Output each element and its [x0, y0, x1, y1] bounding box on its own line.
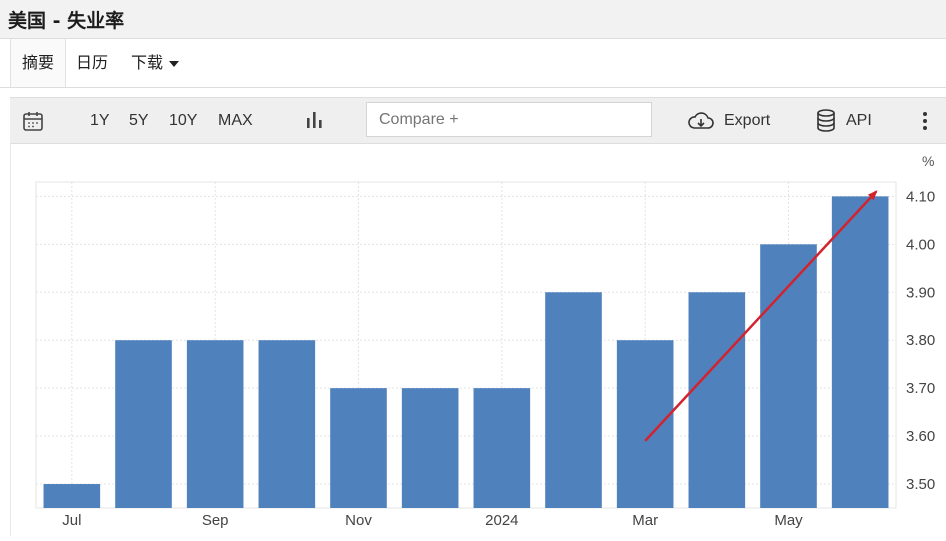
chart-toolbar: 1Y 5Y 10Y MAX Export API [10, 97, 946, 144]
x-tick-label: 2024 [485, 512, 518, 529]
y-tick-label: 4.00 [906, 236, 935, 253]
tab-calendar[interactable]: 日历 [76, 39, 108, 86]
y-tick-label: 3.60 [906, 428, 935, 445]
range-max-button[interactable]: MAX [218, 98, 253, 143]
bar[interactable] [115, 340, 172, 508]
tab-bar: 摘要 日历 下载 [0, 39, 946, 88]
range-10y-button[interactable]: 10Y [169, 98, 197, 143]
y-tick-label: 3.80 [906, 332, 935, 349]
export-button[interactable]: Export [687, 98, 777, 143]
bar[interactable] [688, 292, 746, 508]
tab-calendar-label: 日历 [76, 53, 109, 72]
bar-chart: Jul Sep Nov 2024 Mar May 3.50 3.60 3.70 3.80 3.90… [35, 153, 935, 529]
database-icon [817, 109, 835, 132]
compare-input[interactable] [366, 102, 652, 137]
page-title: 美国 - 失业率 [8, 10, 125, 32]
export-label: Export [724, 112, 771, 129]
tab-summary-label: 摘要 [21, 53, 54, 72]
range-1y-button[interactable]: 1Y [90, 98, 110, 143]
cloud-download-icon [688, 112, 714, 129]
bar[interactable] [760, 244, 817, 508]
api-label: API [846, 112, 872, 129]
tab-download[interactable]: 下载 [131, 39, 180, 86]
bar[interactable] [258, 340, 316, 508]
range-5y-button[interactable]: 5Y [129, 98, 149, 143]
bar[interactable] [473, 388, 531, 508]
bar-chart-icon [307, 112, 322, 128]
api-button[interactable]: API [816, 98, 886, 143]
bar[interactable] [43, 484, 101, 508]
tab-download-label: 下载 [131, 53, 164, 72]
bar[interactable] [545, 292, 602, 508]
tab-summary[interactable]: 摘要 [10, 39, 66, 87]
bar[interactable] [401, 388, 459, 508]
title-bar: 美国 - 失业率 [0, 0, 946, 39]
x-tick-label: Nov [345, 512, 372, 529]
y-unit-label: % [922, 153, 934, 169]
more-options-button[interactable] [918, 98, 932, 143]
x-tick-label: May [774, 512, 803, 529]
calendar-icon [23, 112, 43, 131]
y-tick-label: 4.10 [906, 188, 935, 205]
x-tick-label: Jul [62, 512, 81, 529]
x-tick-label: Mar [632, 512, 658, 529]
bar[interactable] [330, 388, 387, 508]
y-tick-label: 3.90 [906, 284, 935, 301]
chevron-down-icon [169, 60, 180, 67]
x-tick-label: Sep [202, 512, 229, 529]
bar[interactable] [831, 196, 889, 508]
y-tick-label: 3.70 [906, 380, 935, 397]
more-vertical-icon [923, 112, 927, 130]
calendar-button[interactable] [22, 98, 46, 143]
chart-area: Jul Sep Nov 2024 Mar May 3.50 3.60 3.70 3.80 3.90… [10, 142, 946, 536]
bar[interactable] [616, 340, 674, 508]
bar[interactable] [186, 340, 244, 508]
chart-type-button[interactable] [305, 98, 327, 143]
y-tick-label: 3.50 [906, 476, 935, 493]
